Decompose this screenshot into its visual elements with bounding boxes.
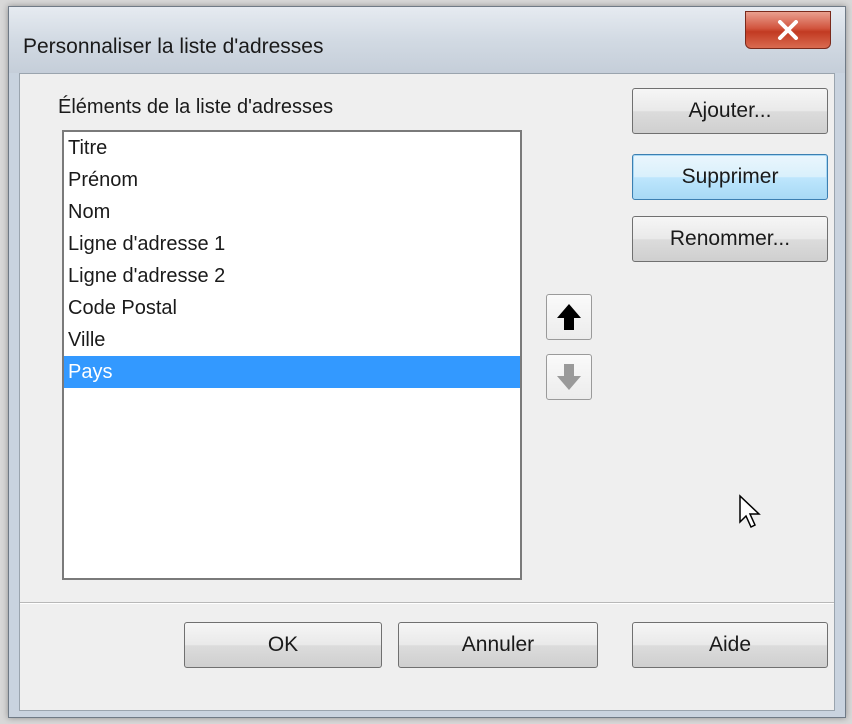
list-item[interactable]: Code Postal [64,292,520,324]
close-x-icon [778,20,798,40]
move-up-button[interactable] [546,294,592,340]
list-item[interactable]: Titre [64,132,520,164]
help-button[interactable]: Aide [632,622,828,668]
add-button[interactable]: Ajouter... [632,88,828,134]
list-item-selected[interactable]: Pays [64,356,520,388]
arrow-down-icon [557,364,581,390]
divider [20,602,834,604]
dialog-window: Personnaliser la liste d'adresses Élémen… [8,6,846,718]
delete-button[interactable]: Supprimer [632,154,828,200]
address-elements-listbox[interactable]: Titre Prénom Nom Ligne d'adresse 1 Ligne… [62,130,522,580]
arrow-up-icon [557,304,581,330]
list-item[interactable]: Prénom [64,164,520,196]
list-item[interactable]: Ville [64,324,520,356]
title-bar[interactable]: Personnaliser la liste d'adresses [9,7,845,73]
list-label: Éléments de la liste d'adresses [58,96,334,118]
close-button[interactable] [745,11,831,49]
mouse-pointer-icon [739,494,761,529]
move-down-button[interactable] [546,354,592,400]
cancel-button[interactable]: Annuler [398,622,598,668]
rename-button[interactable]: Renommer... [632,216,828,262]
dialog-title: Personnaliser la liste d'adresses [23,35,324,58]
dialog-content: Éléments de la liste d'adresses Titre Pr… [19,73,835,711]
list-item[interactable]: Nom [64,196,520,228]
ok-button[interactable]: OK [184,622,382,668]
list-item[interactable]: Ligne d'adresse 1 [64,228,520,260]
list-item[interactable]: Ligne d'adresse 2 [64,260,520,292]
